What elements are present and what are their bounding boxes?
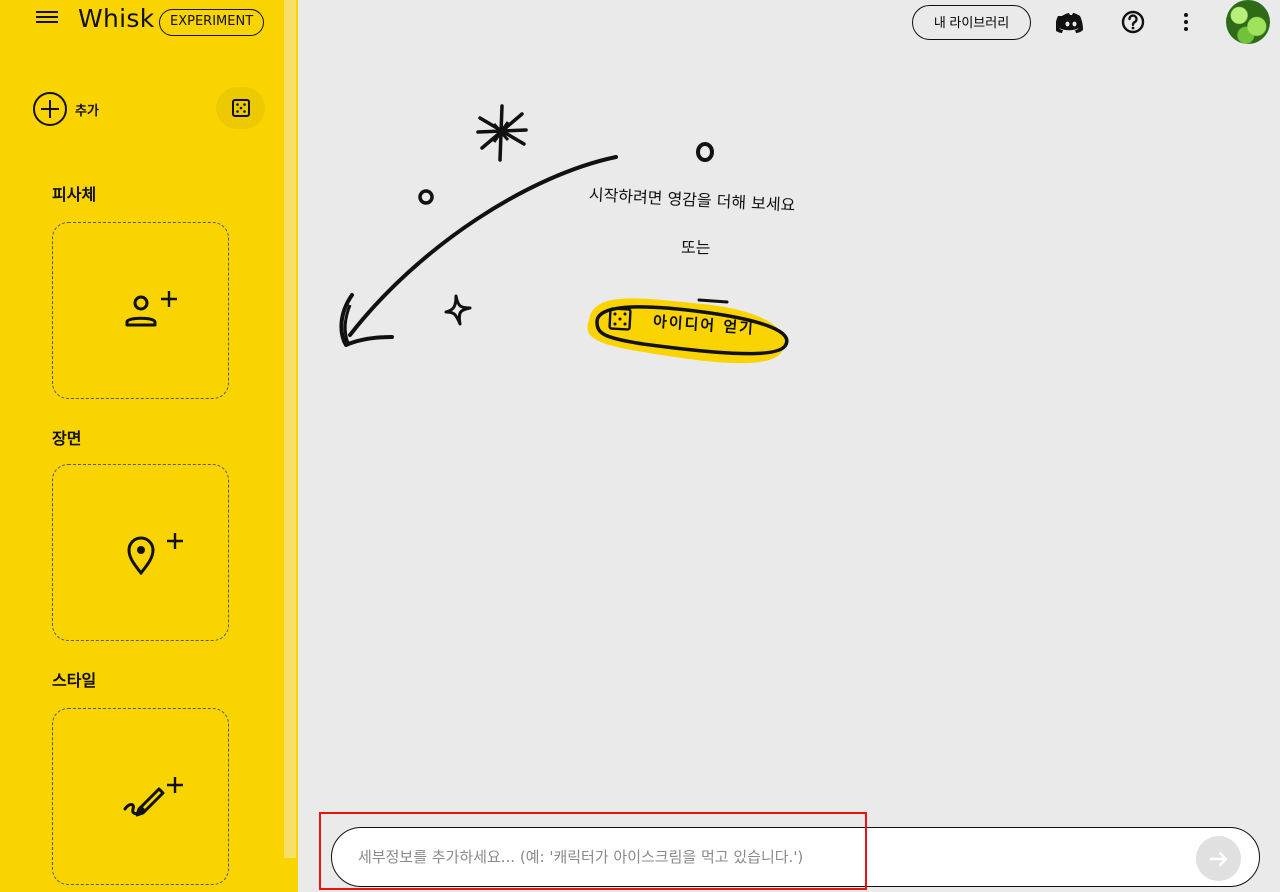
subject-drop-card[interactable] <box>52 222 229 399</box>
add-button[interactable]: 추가 <box>33 92 99 126</box>
avatar[interactable] <box>1226 0 1270 44</box>
arrow-right-icon <box>1209 851 1227 866</box>
person-add-icon <box>125 291 177 327</box>
add-label: 추가 <box>75 103 99 119</box>
experiment-badge: EXPERIMENT <box>159 9 265 36</box>
circle-doodle <box>696 142 714 162</box>
help-icon[interactable] <box>1118 8 1148 38</box>
menu-icon[interactable] <box>34 8 60 32</box>
prompt-bar <box>331 827 1260 887</box>
brush-add-icon <box>123 777 183 817</box>
sparkle-doodle <box>476 104 528 162</box>
dice-icon <box>608 307 632 331</box>
section-title-style: 스타일 <box>52 671 97 690</box>
scene-drop-card[interactable] <box>52 464 229 641</box>
random-dice-button[interactable] <box>216 87 265 129</box>
my-library-button[interactable]: 내 라이브러리 <box>912 5 1031 40</box>
section-title-scene: 장면 <box>52 429 82 448</box>
sidebar-scrollbar[interactable] <box>284 0 296 858</box>
get-ideas-button[interactable]: 아이디어 얻기 <box>583 290 789 366</box>
app-title: Whisk <box>78 4 155 33</box>
empty-state-or: 또는 <box>681 238 711 257</box>
send-button[interactable] <box>1196 836 1241 881</box>
small-star-doodle <box>444 294 472 326</box>
dice-icon <box>231 99 250 117</box>
style-drop-card[interactable] <box>52 708 229 885</box>
location-pin-add-icon <box>127 533 183 575</box>
sidebar: Whisk EXPERIMENT 추가 피사체 장면 스타일 <box>0 0 298 892</box>
prompt-input[interactable] <box>358 846 1178 868</box>
discord-icon[interactable] <box>1055 8 1086 38</box>
more-vert-icon[interactable] <box>1171 8 1201 38</box>
plus-circle-icon <box>33 92 67 126</box>
section-title-subject: 피사체 <box>52 185 97 204</box>
